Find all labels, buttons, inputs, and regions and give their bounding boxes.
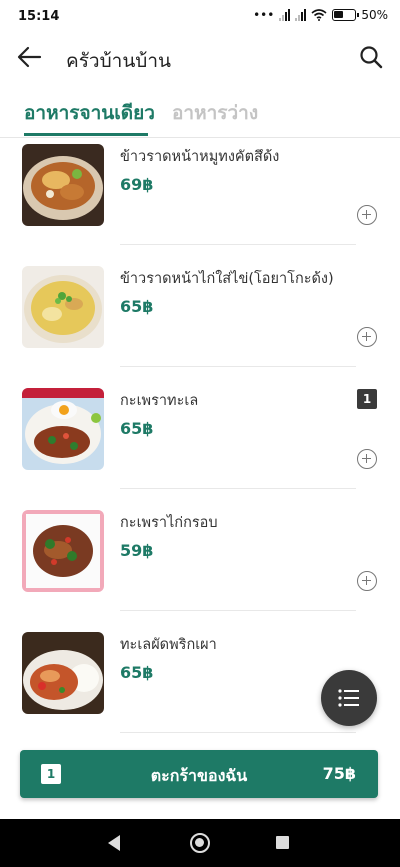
add-circle-icon[interactable] bbox=[357, 205, 377, 225]
add-circle-icon[interactable] bbox=[357, 327, 377, 347]
item-divider bbox=[120, 244, 356, 245]
seafood-chili-paste-photo bbox=[22, 632, 104, 714]
item-name: ข้าวราดหน้าไก่ใส่ไข่(โอยาโกะด้ง) bbox=[120, 271, 334, 287]
katsudon-photo bbox=[22, 144, 104, 226]
crispy-chicken-kaprao-photo bbox=[22, 510, 104, 592]
item-divider bbox=[120, 366, 356, 367]
item-name: ข้าวราดหน้าหมูทงคัตสึด้ง bbox=[120, 149, 280, 165]
cart-total: 75฿ bbox=[322, 764, 356, 783]
active-tab-indicator bbox=[24, 133, 148, 136]
notification-dots: ••• bbox=[253, 8, 275, 22]
item-price: 65฿ bbox=[120, 297, 154, 316]
tab-snacks[interactable]: อาหารว่าง bbox=[172, 98, 258, 128]
item-name: กะเพราไก่กรอบ bbox=[120, 515, 218, 531]
item-divider bbox=[120, 488, 356, 489]
seafood-kaprao-photo bbox=[22, 388, 104, 470]
add-circle-icon[interactable] bbox=[357, 449, 377, 469]
nav-home-icon[interactable] bbox=[190, 833, 210, 853]
item-divider bbox=[120, 732, 356, 733]
battery-icon bbox=[332, 9, 360, 21]
oyakodon-photo bbox=[22, 266, 104, 348]
list-menu-icon bbox=[338, 689, 359, 707]
nav-back-icon[interactable] bbox=[108, 835, 120, 851]
menu-item[interactable]: ข้าวราดหน้าหมูทงคัตสึด้ง 69฿ bbox=[0, 139, 400, 261]
item-divider bbox=[120, 610, 356, 611]
status-time: 15:14 bbox=[18, 9, 60, 24]
page-title: ครัวบ้านบ้าน bbox=[66, 50, 172, 72]
quantity-badge: 1 bbox=[357, 389, 377, 409]
app-bar: ครัวบ้านบ้าน bbox=[0, 34, 400, 80]
signal-icon bbox=[279, 9, 291, 21]
system-nav-bar bbox=[0, 819, 400, 867]
wifi-icon bbox=[311, 9, 327, 21]
category-tabs: อาหารจานเดียว อาหารว่าง bbox=[0, 88, 400, 138]
menu-list[interactable]: ข้าวราดหน้าหมูทงคัตสึด้ง 69฿ ข้าวราดหน้า… bbox=[0, 139, 400, 749]
menu-item[interactable]: กะเพราทะเล 1 65฿ bbox=[0, 383, 400, 505]
item-name: ทะเลผัดพริกเผา bbox=[120, 637, 217, 653]
item-name: กะเพราทะเล bbox=[120, 393, 199, 409]
search-icon[interactable] bbox=[358, 44, 384, 70]
battery-level: 50% bbox=[361, 8, 388, 22]
item-price: 65฿ bbox=[120, 419, 154, 438]
status-icons: ••• 50% bbox=[253, 8, 388, 22]
tab-single-dish[interactable]: อาหารจานเดียว bbox=[24, 98, 155, 128]
signal-icon-2 bbox=[295, 9, 307, 21]
status-bar: 15:14 ••• 50% bbox=[0, 0, 400, 34]
item-price: 69฿ bbox=[120, 175, 154, 194]
category-menu-button[interactable] bbox=[321, 670, 377, 726]
menu-item[interactable]: กะเพราไก่กรอบ 59฿ bbox=[0, 505, 400, 627]
cart-button[interactable]: 1 ตะกร้าของฉัน 75฿ bbox=[20, 750, 378, 798]
arrow-left-icon[interactable] bbox=[16, 45, 42, 69]
add-circle-icon[interactable] bbox=[357, 571, 377, 591]
nav-recent-icon[interactable] bbox=[276, 836, 289, 849]
item-price: 59฿ bbox=[120, 541, 154, 560]
menu-item[interactable]: ข้าวราดหน้าไก่ใส่ไข่(โอยาโกะด้ง) 65฿ bbox=[0, 261, 400, 383]
item-price: 65฿ bbox=[120, 663, 154, 682]
